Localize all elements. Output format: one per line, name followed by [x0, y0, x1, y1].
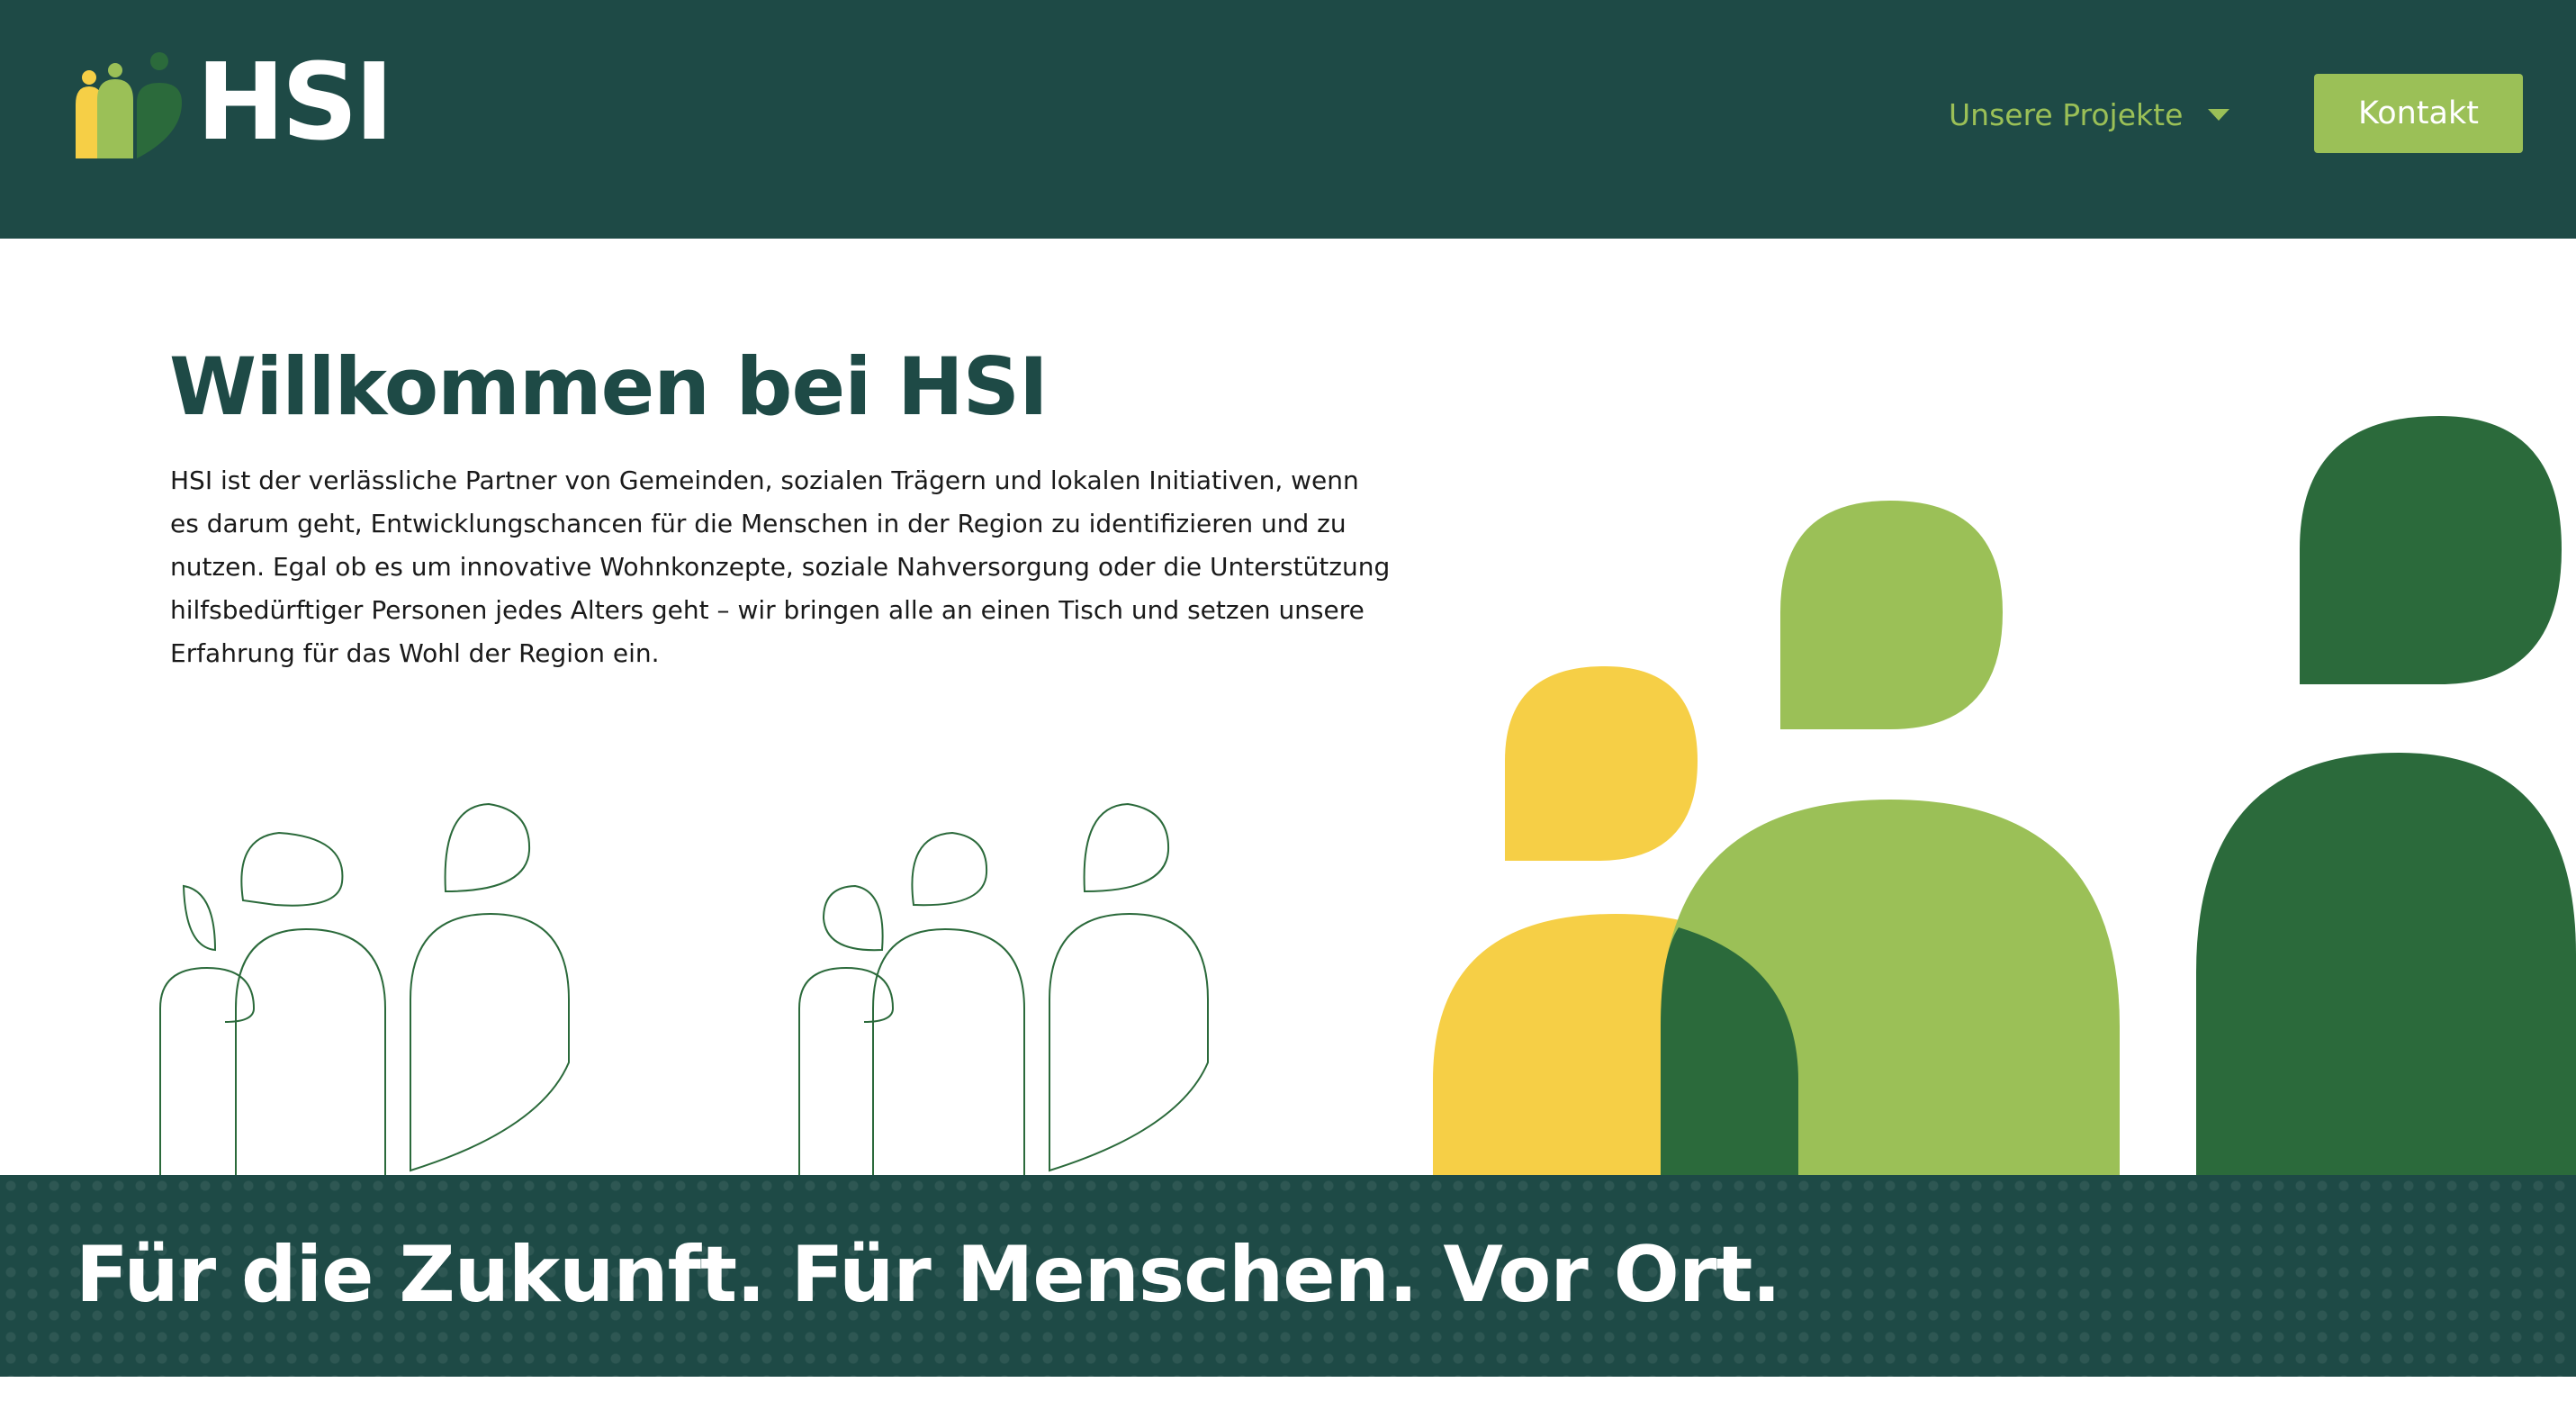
outline-people-group-1 [159, 802, 570, 1175]
tagline: Für die Zukunft. Für Menschen. Vor Ort. [76, 1230, 1781, 1320]
colored-people-group [1433, 416, 2576, 1175]
tagline-banner: Für die Zukunft. Für Menschen. Vor Ort. [0, 1175, 2576, 1377]
people-illustration [159, 416, 2576, 1175]
outline-people-group-2 [798, 802, 1209, 1175]
